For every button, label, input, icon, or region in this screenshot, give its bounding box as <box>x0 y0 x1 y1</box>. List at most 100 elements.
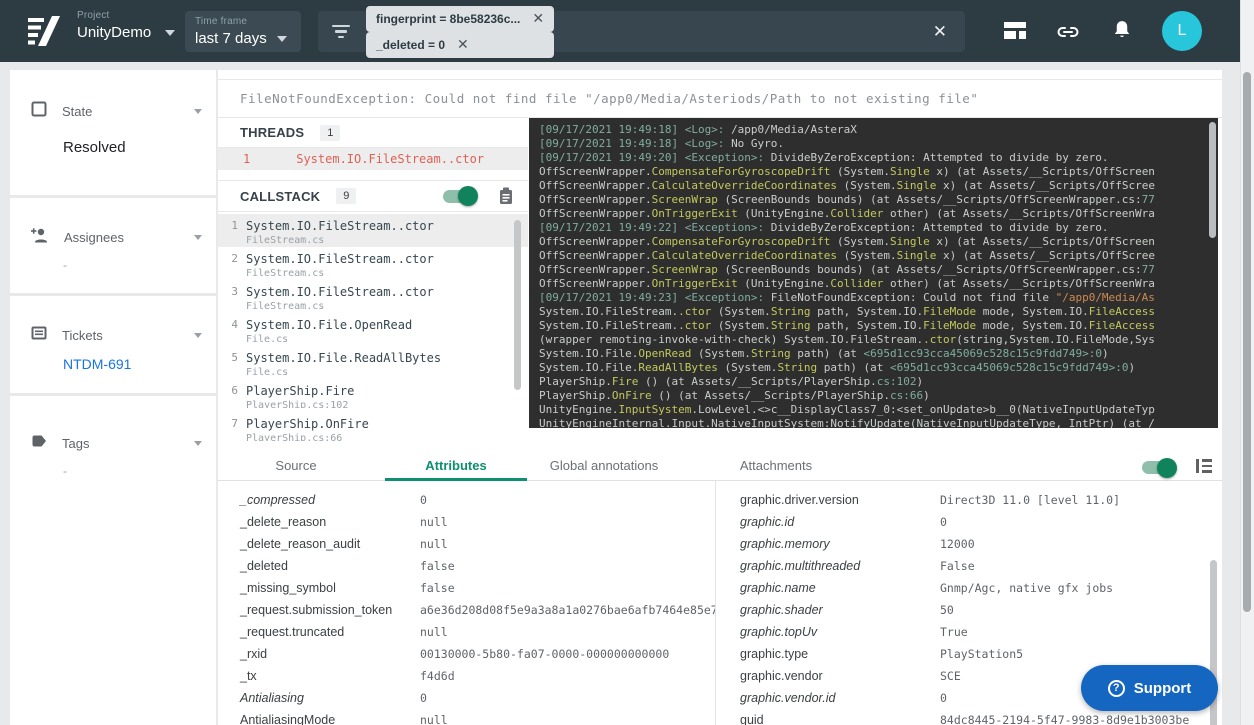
callstack-toggle[interactable] <box>443 190 476 203</box>
attribute-label: graphic.topUv <box>740 625 940 639</box>
chevron-down-icon <box>194 333 202 338</box>
support-label: Support <box>1134 680 1192 697</box>
callstack-frame[interactable]: 7PlayerShip.OnFirePlayerShip.cs:66 <box>218 412 528 445</box>
attribute-value: a6e36d208d08f5e9a3a8a1a0276bae6afb7464e8… <box>420 603 715 617</box>
attributes-toggle[interactable] <box>1142 461 1175 474</box>
timeframe-selector[interactable]: Time frame last 7 days <box>185 11 301 52</box>
threads-count-badge: 1 <box>320 125 340 141</box>
attribute-value: False <box>940 559 975 573</box>
attribute-label: _missing_symbol <box>240 581 420 595</box>
attribute-label: graphic.vendor.id <box>740 691 940 705</box>
log-line: OffScreenWrapper.CompensateForGyroscopeD… <box>539 235 1218 249</box>
attribute-label: graphic.shader <box>740 603 940 617</box>
log-line: [09/17/2021 19:49:23] <Exception>: FileN… <box>539 291 1218 305</box>
dashboard-icon[interactable] <box>1004 22 1026 39</box>
attribute-value: PlayStation5 <box>940 647 1023 661</box>
chevron-down-icon <box>194 441 202 446</box>
sidebar-section-value[interactable]: NTDM-691 <box>63 356 216 372</box>
attribute-row: _delete_reason_auditnull <box>218 533 715 555</box>
tab-source[interactable]: Source <box>275 458 316 473</box>
log-line: (wrapper remoting-invoke-with-check) Sys… <box>539 333 1218 347</box>
backtrace-logo-icon[interactable] <box>28 16 64 51</box>
attribute-label: graphic.name <box>740 581 940 595</box>
callstack-frame[interactable]: 1System.IO.FileStream..ctorFileStream.cs <box>218 214 528 247</box>
callstack-frame[interactable]: 2System.IO.FileStream..ctorFileStream.cs <box>218 247 528 280</box>
frame-number: 6 <box>218 384 238 408</box>
callstack-frame[interactable]: 5System.IO.File.ReadAllBytesFile.cs <box>218 346 528 379</box>
sidebar-section-header-tickets[interactable]: Tickets <box>10 324 216 347</box>
thread-row[interactable]: 1 System.IO.FileStream..ctor <box>218 148 528 170</box>
frame-file: FileStream.cs <box>246 301 434 309</box>
sidebar-section-header-tags[interactable]: Tags <box>10 432 216 455</box>
attribute-value: false <box>420 559 455 573</box>
log-line: PlayerShip.OnFire () (at Assets/__Script… <box>539 389 1218 403</box>
sidebar-section-assignees: Assignees- <box>10 198 216 293</box>
sidebar-section-header-state[interactable]: State <box>10 100 216 123</box>
remove-filter-icon[interactable]: ✕ <box>457 36 469 53</box>
log-line: OffScreenWrapper.ScreenWrap (ScreenBound… <box>539 263 1218 277</box>
view-options-icon[interactable] <box>1196 459 1212 473</box>
callstack-frame[interactable]: 3System.IO.FileStream..ctorFileStream.cs <box>218 280 528 313</box>
log-line: OffScreenWrapper.OnTriggerExit (UnityEng… <box>539 277 1218 291</box>
attribute-label: graphic.driver.version <box>740 493 940 507</box>
callstack-count-badge: 9 <box>336 188 356 204</box>
sidebar-section-label: Assignees <box>64 230 124 245</box>
log-line: System.IO.File.OpenRead (System.String p… <box>539 347 1218 361</box>
chevron-down-icon <box>194 109 202 114</box>
attribute-row: graphic.memory12000 <box>716 533 1222 555</box>
project-selector[interactable]: Project UnityDemo <box>77 10 175 41</box>
frame-number: 2 <box>218 252 238 276</box>
clear-filters-icon[interactable]: ✕ <box>929 22 951 42</box>
main-panel: FileNotFoundException: Could not find fi… <box>218 70 1222 725</box>
attribute-label: _deleted <box>240 559 420 573</box>
frame-file: PlayerShip.cs:66 <box>246 433 369 441</box>
copy-callstack-icon[interactable] <box>498 187 514 205</box>
attribute-row: AntialiasingModenull <box>218 709 715 725</box>
tags-icon <box>30 432 48 455</box>
attribute-value: null <box>420 537 448 551</box>
attribute-label: graphic.multithreaded <box>740 559 940 573</box>
sidebar-section-label: State <box>62 104 92 119</box>
log-line: System.IO.File.ReadAllBytes (System.Stri… <box>539 361 1218 375</box>
filter-icon[interactable] <box>332 22 350 42</box>
attribute-row: _txf4d6d <box>218 665 715 687</box>
remove-filter-icon[interactable]: ✕ <box>532 10 544 27</box>
attribute-row: graphic.driver.versionDirect3D 11.0 [lev… <box>716 489 1222 511</box>
callstack-frame[interactable]: 6PlayerShip.FirePlayerShip.cs:102 <box>218 379 528 412</box>
attribute-value: false <box>420 581 455 595</box>
attribute-value: 0 <box>420 493 427 507</box>
tab-attributes[interactable]: Attributes <box>425 458 486 473</box>
chevron-down-icon <box>165 30 175 36</box>
attribute-value: 84dc8445-2194-5f47-9983-8d9e1b3003be <box>940 713 1189 725</box>
attribute-row: _deletedfalse <box>218 555 715 577</box>
attribute-row: graphic.nameGnmp/Agc, native gfx jobs <box>716 577 1222 599</box>
attribute-row: graphic.shader50 <box>716 599 1222 621</box>
tab-attachments[interactable]: Attachments <box>740 458 812 473</box>
page-scrollbar-thumb[interactable] <box>1243 72 1251 612</box>
callstack-scrollbar[interactable] <box>514 220 521 390</box>
tickets-icon <box>30 324 48 347</box>
frame-body: System.IO.File.ReadAllBytesFile.cs <box>246 351 441 375</box>
attribute-value: null <box>420 625 448 639</box>
sidebar-section-state: State Resolved <box>10 70 216 195</box>
filter-chip[interactable]: _deleted = 0✕ <box>366 32 554 58</box>
log-scrollbar[interactable] <box>1209 122 1216 238</box>
attribute-value: Gnmp/Agc, native gfx jobs <box>940 581 1113 595</box>
support-button[interactable]: ? Support <box>1081 665 1218 711</box>
notifications-bell-icon[interactable] <box>1111 19 1133 48</box>
avatar[interactable]: L <box>1162 11 1202 51</box>
debug-log-panel: [09/17/2021 19:49:18] <Log>: /app0/Media… <box>529 118 1218 428</box>
log-line: [09/17/2021 19:49:22] <Exception>: Divid… <box>539 221 1218 235</box>
share-link-icon[interactable] <box>1056 20 1080 49</box>
sidebar-section-header-assignees[interactable]: Assignees <box>10 226 216 249</box>
attribute-value: Direct3D 11.0 [level 11.0] <box>940 493 1120 507</box>
tab-global-annotations[interactable]: Global annotations <box>550 458 658 473</box>
sidebar-section-label: Tickets <box>62 328 103 343</box>
callstack-frame[interactable]: 4System.IO.File.OpenReadFile.cs <box>218 313 528 346</box>
filter-chip[interactable]: fingerprint = 8be58236c... ✕ <box>366 6 554 32</box>
attribute-label: Antialiasing <box>240 691 420 705</box>
project-value: UnityDemo <box>77 24 151 41</box>
sidebar-section-value: Resolved <box>63 139 216 156</box>
filter-chip-label: fingerprint = 8be58236c... <box>376 12 520 26</box>
attribute-value: null <box>420 713 448 725</box>
